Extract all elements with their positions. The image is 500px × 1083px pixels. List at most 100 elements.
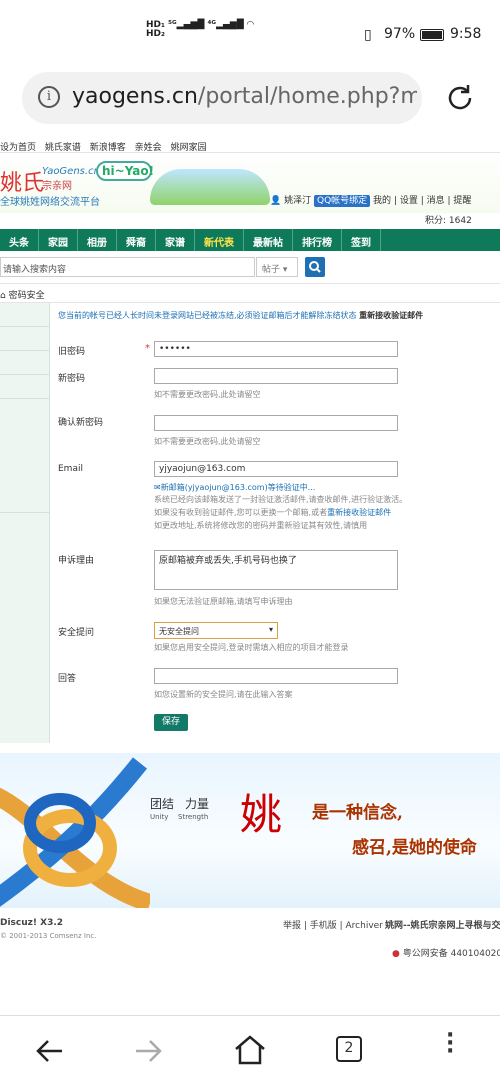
url-text[interactable]: yaogens.cn/portal/home.php?moc: [72, 84, 417, 109]
sidebar: [0, 303, 50, 743]
banner-line-2: 感召,是她的使命: [352, 838, 477, 858]
appeal-textarea[interactable]: 原邮箱被弃或丢失,手机号码也换了: [154, 550, 398, 590]
resend-verify-link[interactable]: 重新接收验证邮件: [359, 311, 423, 320]
site-header: 姚氏 YaoGens.cn 宗亲网 全球姚姓网络交流平台 hi~Yao! 👤 姚泽…: [0, 153, 500, 226]
nav-item[interactable]: 头条: [0, 229, 39, 251]
site-footer: Discuz! X3.2 © 2001-2013 Comsenz Inc. 举报…: [0, 908, 500, 1008]
clock: 9:58: [450, 26, 482, 42]
main-nav: 头条 家园 相册 舜裔 家谱 新代表 最新帖 排行榜 签到: [0, 229, 500, 251]
tabs-button[interactable]: 2: [336, 1036, 362, 1062]
logo-slogan: 全球姚姓网络交流平台: [0, 197, 100, 208]
credit-display[interactable]: 积分: 1642: [425, 213, 472, 226]
web-content: 设为首页 姚氏家谱 新浪博客 亲姓会 姚网家园 姚氏 YaoGens.cn 宗亲网…: [0, 135, 500, 1015]
email-input[interactable]: yjyaojun@163.com: [154, 461, 398, 477]
nav-item[interactable]: 排行榜: [293, 229, 342, 251]
confirm-password-input[interactable]: [154, 415, 398, 431]
mail-icon: ✉: [154, 483, 161, 492]
search-button[interactable]: [305, 257, 325, 277]
nav-item[interactable]: 相册: [78, 229, 117, 251]
confirm-password-hint: 如不需要更改密码,此处请留空: [154, 437, 261, 446]
info-icon[interactable]: i: [38, 86, 60, 108]
copyright: © 2001-2013 Comsenz Inc.: [0, 932, 97, 940]
battery-icon: [420, 29, 444, 41]
answer-hint: 如您设置新的安全提问,请在此输入答案: [154, 690, 293, 699]
confirm-password-label: 确认新密码: [58, 418, 104, 428]
old-password-label: 旧密码: [58, 347, 86, 357]
my-link[interactable]: 我的: [373, 196, 391, 206]
menu-icon[interactable]: · · ·: [446, 1025, 454, 1063]
user-icon: 👤: [270, 196, 282, 206]
banner-en-2: Strength: [178, 813, 209, 821]
nav-item-active[interactable]: 新代表: [195, 229, 244, 251]
toplink[interactable]: 亲姓会: [135, 143, 162, 153]
qq-bind-button[interactable]: QQ帐号绑定: [313, 195, 371, 207]
nav-item[interactable]: 最新帖: [244, 229, 293, 251]
home-icon[interactable]: [233, 1034, 267, 1066]
email-hint-1: 系统已经向该邮箱发送了一封验证激活邮件,请查收邮件,进行验证激活。: [154, 495, 408, 504]
email-label: Email: [58, 464, 83, 474]
url-bar[interactable]: i yaogens.cn/portal/home.php?moc: [22, 72, 422, 124]
password-security-form: 您当前的帐号已经人长时间未登录网站已经被冻结,必须验证邮箱后才能解除冻结状态 重…: [0, 303, 500, 743]
search-input[interactable]: 请输入搜索内容: [0, 257, 255, 277]
search-icon: [309, 261, 321, 273]
back-icon[interactable]: [34, 1038, 64, 1064]
reload-icon[interactable]: [444, 82, 476, 114]
footer-banner: 团结 力量 Unity Strength 姚 是一种信念, 感召,是她的使命: [0, 753, 500, 908]
email-hint-3: 如更改地址,系统将修改您的密码并重新验证其有效性,请慎用: [154, 521, 368, 530]
hiyao-badge: hi~Yao!: [96, 161, 154, 181]
banner-yao-char: 姚: [240, 790, 283, 839]
banner-illustration: [150, 169, 270, 205]
network-icons: HD₁ ⁵ᴳ▂▄▆█ ⁴ᴳ▂▄▆█ ◠ HD₂: [146, 20, 254, 39]
resend-email-link[interactable]: 重新接收验证邮件: [327, 508, 391, 517]
save-button[interactable]: 保存: [154, 714, 188, 731]
banner-en-1: Unity: [150, 813, 169, 821]
email-hint-2: 如果没有收到验证邮件,您可以更换一个邮箱,或者重新接收验证邮件: [154, 508, 392, 517]
new-password-input[interactable]: [154, 368, 398, 384]
forward-icon[interactable]: [134, 1038, 164, 1064]
email-pending[interactable]: ✉新邮箱(yjyaojun@163.com)等待验证中...: [154, 482, 315, 493]
powered-by[interactable]: Discuz! X3.2: [0, 918, 63, 928]
answer-label: 回答: [58, 674, 77, 684]
banner-line-1: 是一种信念,: [312, 803, 403, 823]
nav-item[interactable]: 家园: [39, 229, 78, 251]
toplink[interactable]: 姚网家园: [171, 143, 207, 153]
nav-item[interactable]: 签到: [342, 229, 381, 251]
toplink[interactable]: 设为首页: [0, 143, 36, 153]
security-question-hint: 如果您启用安全提问,登录时需填入相应的项目才能登录: [154, 643, 349, 652]
browser-bottom-bar: 2 · · ·: [0, 1015, 500, 1083]
home-icon[interactable]: ⌂: [0, 291, 9, 301]
new-password-hint: 如不需要更改密码,此处请留空: [154, 390, 261, 399]
new-password-label: 新密码: [58, 374, 86, 384]
security-question-label: 安全提问: [58, 628, 95, 638]
police-badge-icon: ●: [392, 949, 400, 959]
toplink[interactable]: 新浪博客: [90, 143, 126, 153]
user-info: 👤 姚泽汀 QQ帐号绑定 我的 | 设置 | 消息 | 提醒: [270, 195, 472, 207]
old-password-input[interactable]: ••••••: [154, 341, 398, 357]
banner-text-2: 力量: [185, 797, 210, 811]
banner-text-1: 团结: [150, 797, 175, 811]
remind-link[interactable]: 提醒: [453, 196, 471, 206]
footer-site-desc: 姚网--姚氏宗亲网上寻根与交流: [385, 921, 500, 931]
settings-link[interactable]: 设置: [400, 196, 418, 206]
logo-domain: YaoGens.cn 宗亲网: [42, 166, 100, 192]
beian[interactable]: ● 粤公网安备 44010402000: [392, 946, 500, 959]
username-link[interactable]: 姚泽汀: [284, 196, 311, 206]
appeal-label: 申诉理由: [58, 556, 95, 566]
appeal-hint: 如果您无法验证原邮箱,请填写申诉理由: [154, 597, 293, 606]
status-bar: HD₁ ⁵ᴳ▂▄▆█ ⁴ᴳ▂▄▆█ ◠ HD₂ ▯ 97% 9:58: [0, 0, 500, 62]
site-top-links: 设为首页 姚氏家谱 新浪博客 亲姓会 姚网家园: [0, 135, 500, 153]
breadcrumb-current: 密码安全: [8, 291, 45, 301]
url-host: yaogens.cn: [72, 84, 198, 109]
url-path: /portal/home.php?moc: [197, 84, 417, 109]
security-question-select[interactable]: 无安全提问 ▾: [154, 622, 278, 639]
required-mark: *: [145, 343, 150, 354]
answer-input[interactable]: [154, 668, 398, 684]
footer-links[interactable]: 举报 | 手机版 | Archiver: [283, 918, 383, 931]
rope-knot-image: [0, 757, 150, 908]
search-type-select[interactable]: 帖子 ▾: [256, 257, 298, 277]
nav-item[interactable]: 家谱: [156, 229, 195, 251]
breadcrumb: ⌂ 密码安全: [0, 283, 500, 303]
messages-link[interactable]: 消息: [427, 196, 445, 206]
toplink[interactable]: 姚氏家谱: [45, 143, 81, 153]
nav-item[interactable]: 舜裔: [117, 229, 156, 251]
